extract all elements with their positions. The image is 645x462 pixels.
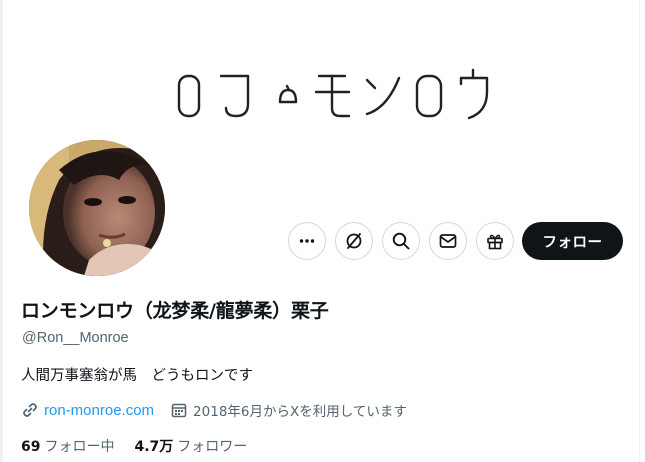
right-border	[639, 0, 640, 462]
website-link[interactable]: ron-monroe.com	[44, 402, 154, 419]
subscribe-gift-icon	[487, 234, 503, 250]
search-icon	[392, 232, 410, 250]
following-stat[interactable]: 69 フォロー中	[21, 436, 114, 456]
message-icon	[439, 234, 457, 248]
message-button[interactable]	[429, 222, 467, 260]
followers-count: 4.7万	[134, 439, 174, 455]
website-item: ron-monroe.com	[21, 401, 154, 419]
avatar-photo	[29, 140, 165, 276]
following-count: 69	[21, 439, 41, 455]
grok-button[interactable]	[335, 222, 373, 260]
joined-date: 2018年6月からXを利用しています	[193, 404, 407, 420]
profile-meta: ron-monroe.com 2018年6月からXを利用しています	[21, 400, 423, 420]
search-button[interactable]	[382, 222, 420, 260]
follow-stats: 69 フォロー中 4.7万 フォロワー	[21, 436, 267, 456]
bio: 人間万事塞翁が馬 どうもロンです	[21, 368, 253, 384]
display-name: ロンモンロウ（龙梦柔/龍夢柔）栗子	[21, 300, 329, 322]
calendar-icon	[171, 403, 187, 418]
follow-button[interactable]: フォロー	[522, 222, 623, 260]
more-button[interactable]	[288, 222, 326, 260]
grok-icon	[346, 233, 362, 249]
followers-stat[interactable]: 4.7万 フォロワー	[134, 436, 247, 456]
avatar[interactable]	[25, 136, 169, 280]
user-handle: @Ron__Monroe	[22, 330, 129, 346]
more-icon	[299, 239, 315, 243]
followers-label: フォロワー	[177, 439, 248, 455]
joined-item: 2018年6月からXを利用しています	[170, 400, 407, 420]
following-label: フォロー中	[44, 439, 115, 455]
link-icon	[23, 403, 37, 417]
subscribe-gift-button[interactable]	[476, 222, 514, 260]
